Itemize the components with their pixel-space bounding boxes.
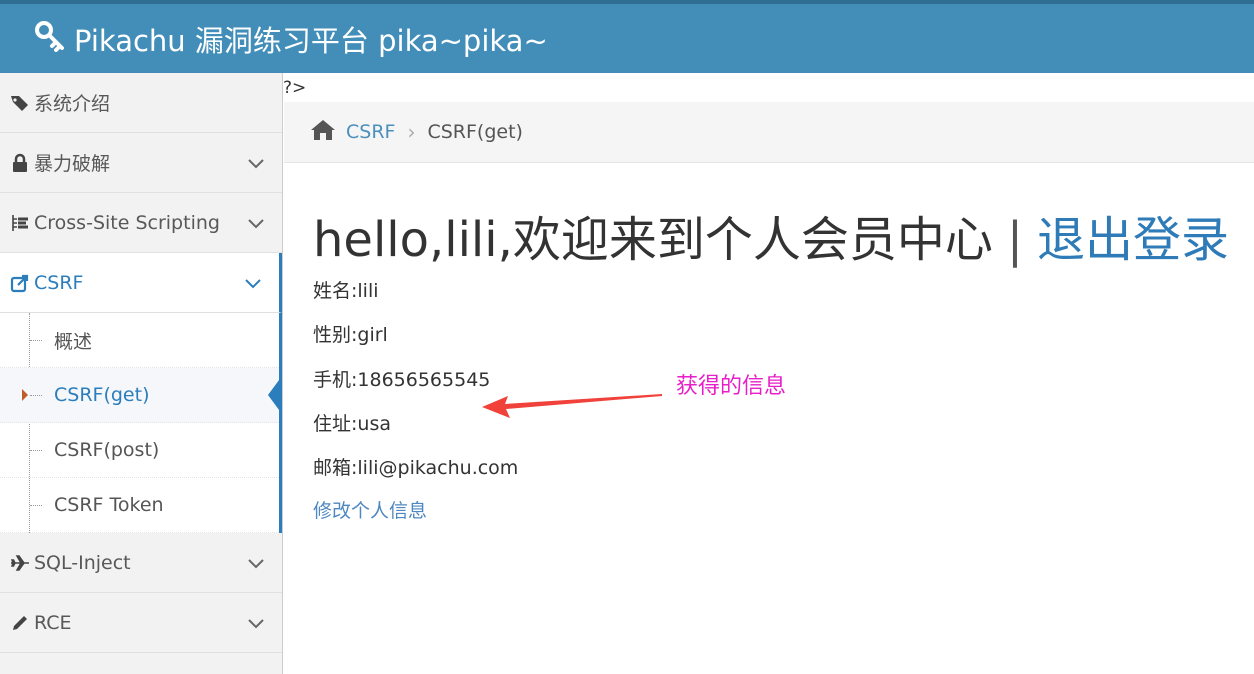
breadcrumb-separator-icon: › bbox=[407, 120, 416, 144]
title-separator: | bbox=[1006, 212, 1024, 268]
phone-field: 手机:18656565545 bbox=[313, 369, 491, 391]
welcome-text: hello,lili,欢迎来到个人会员中心 bbox=[313, 212, 993, 268]
sidebar: 系统介绍 暴力破解 Cross-Site Scripting CSRF 概述 C… bbox=[0, 73, 283, 674]
breadcrumb-section-link[interactable]: CSRF bbox=[346, 121, 395, 143]
key-icon bbox=[34, 20, 66, 59]
sidebar-item-intro[interactable]: 系统介绍 bbox=[0, 73, 282, 133]
name-field: 姓名:lili bbox=[313, 280, 379, 302]
chevron-down-icon bbox=[248, 619, 264, 629]
sidebar-item-rce[interactable]: RCE bbox=[0, 593, 282, 653]
sub-item-label: CSRF(get) bbox=[54, 384, 150, 406]
annotation-label: 获得的信息 bbox=[676, 374, 787, 399]
sub-item-csrf-get[interactable]: CSRF(get) bbox=[0, 368, 282, 423]
chevron-down-icon bbox=[248, 559, 264, 569]
breadcrumb: CSRF › CSRF(get) bbox=[284, 102, 1254, 163]
sidebar-item-label: 暴力破解 bbox=[34, 153, 111, 175]
sub-item-csrf-post[interactable]: CSRF(post) bbox=[0, 423, 279, 478]
lock-icon bbox=[8, 151, 32, 175]
top-navbar: Pikachu 漏洞练习平台 pika~pika~ bbox=[0, 0, 1254, 73]
tags-icon bbox=[8, 91, 32, 115]
pencil-icon bbox=[8, 611, 32, 635]
caret-right-icon bbox=[22, 389, 28, 401]
edit-profile-link[interactable]: 修改个人信息 bbox=[313, 496, 427, 523]
sidebar-item-label: SQL-Inject bbox=[34, 551, 131, 574]
sidebar-item-label: CSRF bbox=[34, 271, 84, 294]
sidebar-item-label: RCE bbox=[34, 611, 72, 634]
chevron-down-icon bbox=[245, 279, 261, 289]
share-square-icon bbox=[8, 271, 32, 295]
sidebar-item-sql-inject[interactable]: SQL-Inject bbox=[0, 533, 282, 593]
sidebar-item-brute-force[interactable]: 暴力破解 bbox=[0, 133, 282, 193]
sidebar-item-label: Cross-Site Scripting bbox=[34, 211, 220, 234]
logout-link[interactable]: 退出登录 bbox=[1037, 212, 1229, 268]
list-tree-icon bbox=[8, 211, 32, 235]
home-icon[interactable] bbox=[310, 118, 336, 147]
sub-item-label: CSRF Token bbox=[54, 494, 164, 516]
annotation-arrow-icon bbox=[482, 394, 662, 418]
gender-field: 性别:girl bbox=[313, 324, 388, 346]
sub-item-label: 概述 bbox=[54, 330, 93, 353]
member-center: hello,lili,欢迎来到个人会员中心 | 退出登录 bbox=[313, 200, 1253, 270]
breadcrumb-current: CSRF(get) bbox=[427, 121, 523, 143]
sidebar-item-label: 系统介绍 bbox=[34, 93, 111, 115]
sub-item-label: CSRF(post) bbox=[54, 439, 160, 461]
address-field: 住址:usa bbox=[313, 413, 391, 435]
brand-title: Pikachu 漏洞练习平台 pika~pika~ bbox=[74, 24, 548, 58]
brand[interactable]: Pikachu 漏洞练习平台 pika~pika~ bbox=[34, 18, 548, 60]
chevron-down-icon bbox=[248, 219, 264, 229]
chevron-down-icon bbox=[248, 159, 264, 169]
plane-icon bbox=[8, 551, 32, 575]
sidebar-item-csrf[interactable]: CSRF bbox=[0, 253, 282, 313]
sub-item-overview[interactable]: 概述 bbox=[0, 313, 279, 368]
sub-item-csrf-token[interactable]: CSRF Token bbox=[0, 478, 279, 533]
php-leak-text: ?> bbox=[283, 78, 307, 98]
active-pointer bbox=[268, 376, 282, 414]
email-field: 邮箱:lili@pikachu.com bbox=[313, 457, 519, 479]
csrf-submenu: 概述 CSRF(get) CSRF(post) CSRF Token bbox=[0, 313, 282, 533]
sidebar-item-xss[interactable]: Cross-Site Scripting bbox=[0, 193, 282, 253]
page-title: hello,lili,欢迎来到个人会员中心 | 退出登录 bbox=[313, 200, 1253, 270]
